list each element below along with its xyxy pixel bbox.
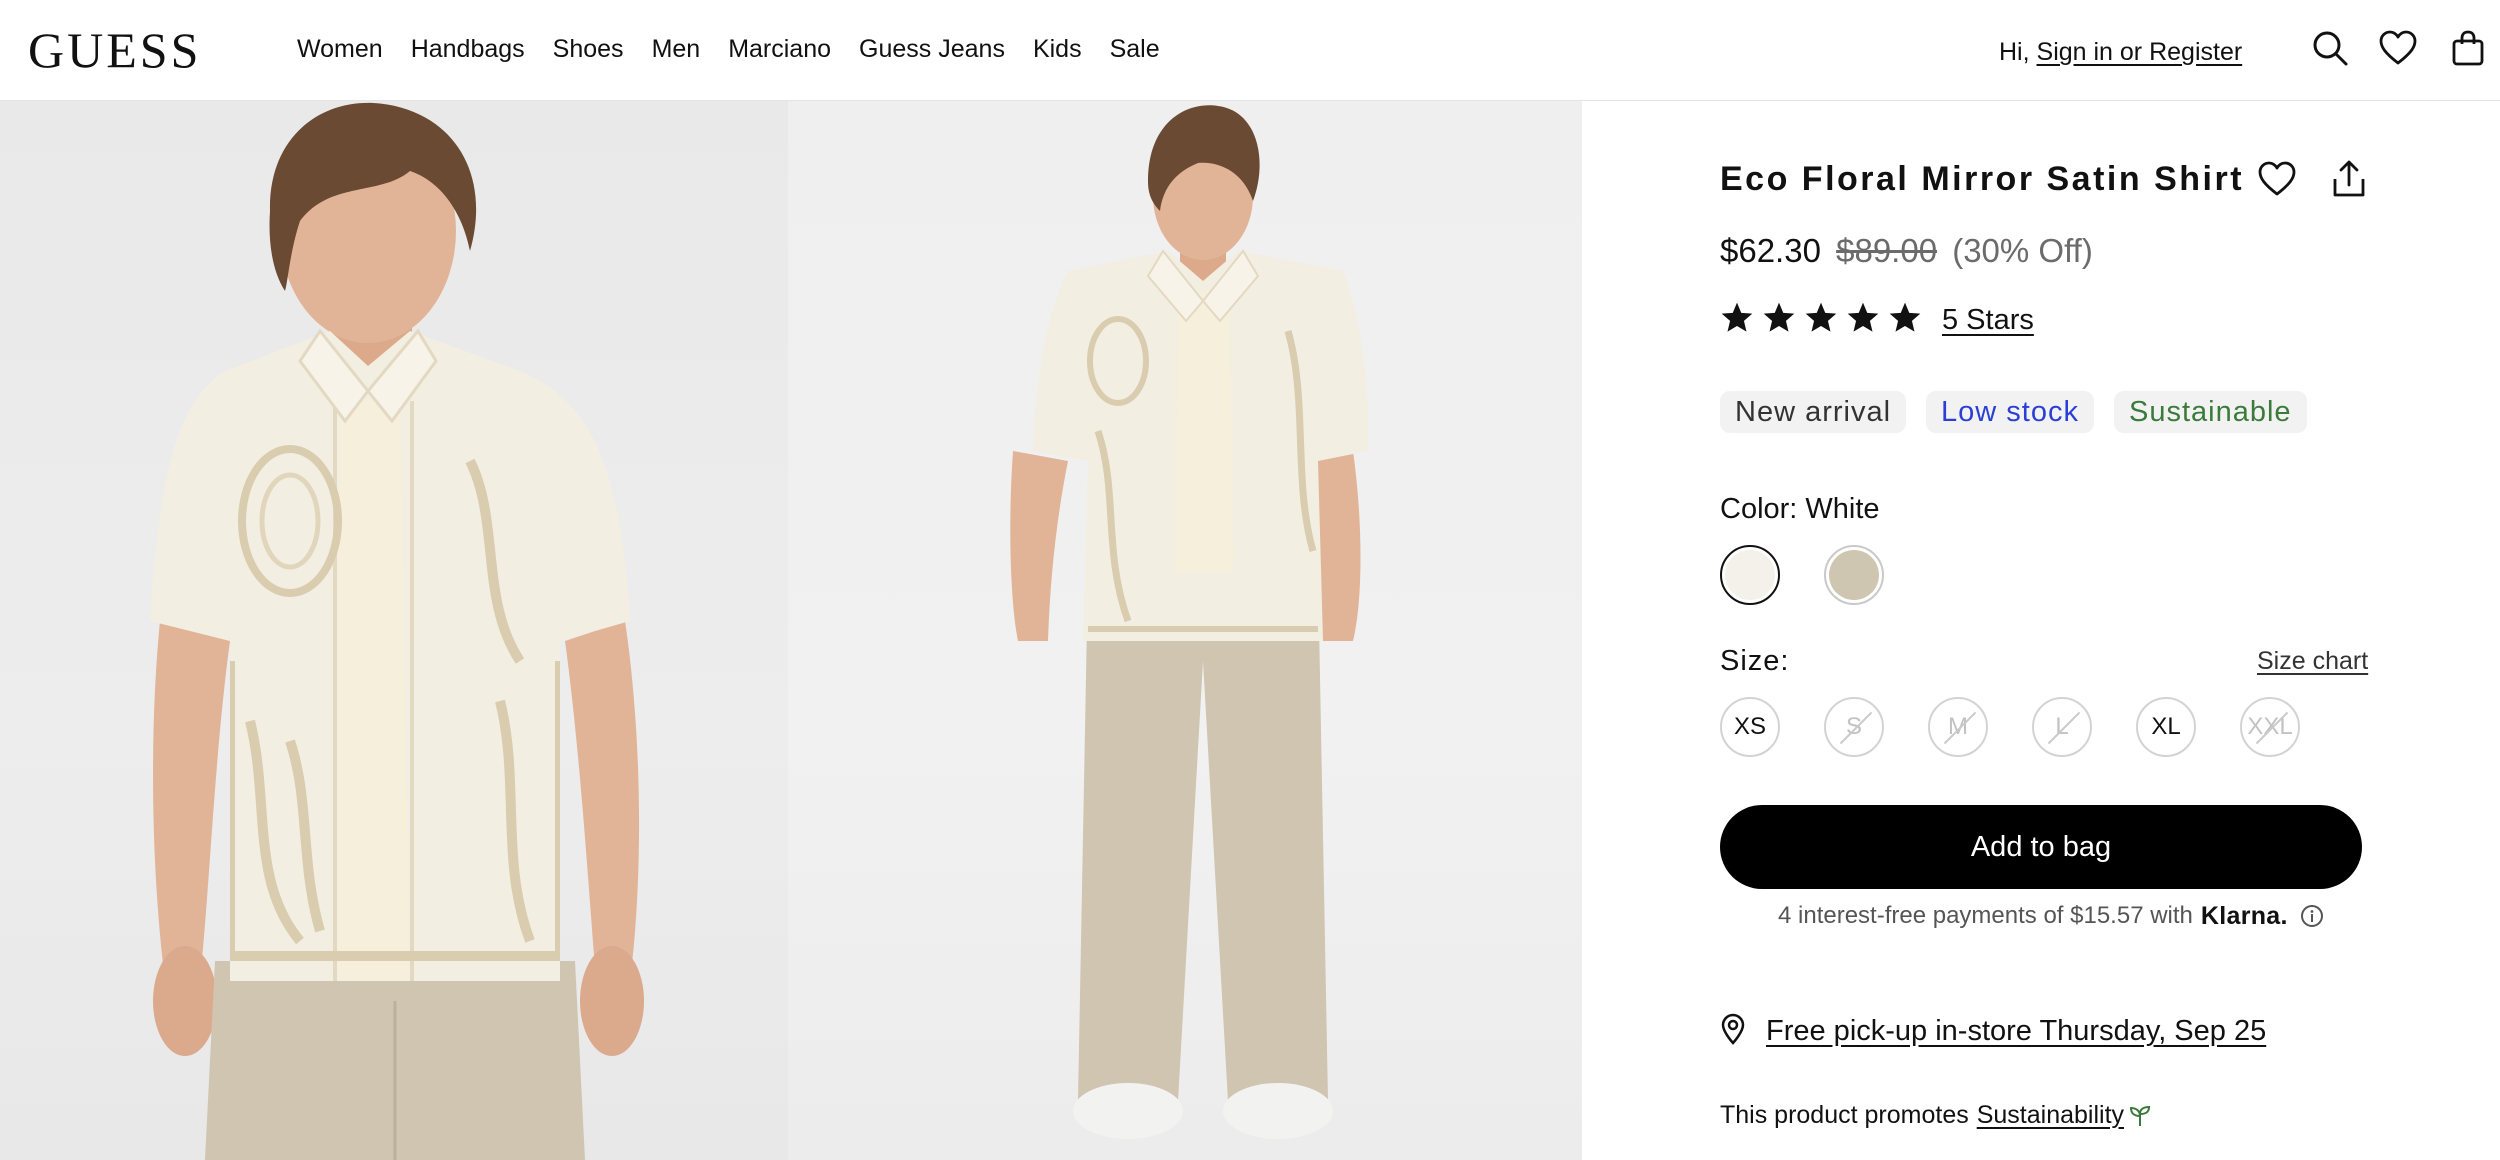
klarna-installments: 4 interest-free payments of $15.57 with …	[1778, 889, 2338, 943]
badge-sustainable: Sustainable	[2113, 391, 2307, 433]
badge-row: New arrival Low stock Sustainable	[1720, 391, 2307, 433]
sprout-icon	[2128, 1104, 2152, 1128]
star-icon	[1804, 301, 1838, 339]
nav-men[interactable]: Men	[652, 30, 701, 68]
size-xs[interactable]: XS	[1720, 697, 1780, 757]
product-gallery	[0, 101, 1582, 1160]
color-label-text: Color:	[1720, 493, 1798, 525]
product-image-closeup[interactable]	[0, 101, 788, 1160]
size-m[interactable]: M	[1928, 697, 1988, 757]
swatch-beige-fill	[1829, 550, 1879, 600]
nav-kids[interactable]: Kids	[1033, 30, 1082, 68]
sustainability-link[interactable]: Sustainability	[1977, 1101, 2124, 1130]
guess-logo[interactable]: GUESS	[28, 22, 201, 78]
star-icon	[1762, 301, 1796, 339]
size-xxl[interactable]: XXL	[2240, 697, 2300, 757]
nav-sale[interactable]: Sale	[1110, 30, 1160, 68]
discount-percent: (30% Off)	[1952, 232, 2093, 269]
star-icon	[1888, 301, 1922, 339]
info-icon[interactable]	[2300, 904, 2324, 928]
shopping-bag-icon[interactable]	[2448, 28, 2488, 68]
nav-marciano[interactable]: Marciano	[728, 30, 831, 68]
sustainability-promo: This product promotes Sustainability	[1720, 1101, 2152, 1130]
product-image-full-body[interactable]	[788, 101, 1582, 1160]
color-label: Color: White	[1720, 491, 1880, 527]
greeting-text: Hi,	[1999, 38, 2030, 66]
klarna-text: 4 interest-free payments of $15.57 with	[1778, 902, 2193, 929]
add-to-bag-button[interactable]: Add to bag	[1720, 805, 2362, 889]
nav-shoes[interactable]: Shoes	[553, 30, 624, 68]
original-price: $89.00	[1836, 232, 1938, 269]
add-to-wishlist-heart-icon[interactable]	[2255, 157, 2299, 201]
main-nav: Women Handbags Shoes Men Marciano Guess …	[297, 30, 1160, 68]
current-price: $62.30	[1720, 232, 1821, 269]
pickup-link[interactable]: Free pick-up in-store Thursday, Sep 25	[1766, 1015, 2266, 1048]
reviews-link[interactable]: 5 Stars	[1942, 304, 2034, 337]
rating-block: 5 Stars	[1720, 301, 2034, 339]
site-header: GUESS Women Handbags Shoes Men Marciano …	[0, 0, 2500, 101]
size-chart-link[interactable]: Size chart	[2257, 647, 2368, 676]
star-icon	[1846, 301, 1880, 339]
store-pickup: Free pick-up in-store Thursday, Sep 25	[1720, 1013, 2266, 1050]
size-options: XS S M L XL XXL	[1720, 697, 2300, 757]
size-l[interactable]: L	[2032, 697, 2092, 757]
location-pin-icon	[1720, 1013, 1746, 1050]
star-icon	[1720, 301, 1754, 339]
size-label: Size:	[1720, 645, 1790, 677]
size-xl[interactable]: XL	[2136, 697, 2196, 757]
badge-new-arrival: New arrival	[1720, 391, 1907, 433]
sign-in-link[interactable]: Sign in or Register	[2037, 38, 2243, 66]
account-greeting: Hi, Sign in or Register	[1999, 34, 2242, 70]
share-icon[interactable]	[2327, 157, 2371, 201]
size-s[interactable]: S	[1824, 697, 1884, 757]
nav-women[interactable]: Women	[297, 30, 383, 68]
color-swatches	[1720, 545, 1884, 605]
nav-handbags[interactable]: Handbags	[411, 30, 525, 68]
search-icon[interactable]	[2310, 28, 2350, 68]
klarna-logo: Klarna.	[2200, 901, 2288, 930]
swatch-beige[interactable]	[1824, 545, 1884, 605]
star-rating	[1720, 301, 1922, 339]
badge-low-stock: Low stock	[1926, 391, 2094, 433]
wishlist-heart-icon[interactable]	[2378, 28, 2418, 68]
swatch-white-fill	[1725, 550, 1775, 600]
selected-color-value: White	[1805, 493, 1880, 525]
nav-guess-jeans[interactable]: Guess Jeans	[859, 30, 1005, 68]
product-title: Eco Floral Mirror Satin Shirt	[1720, 160, 2245, 198]
promo-text: This product promotes	[1720, 1101, 1969, 1129]
swatch-white[interactable]	[1720, 545, 1780, 605]
price-block: $62.30 $89.00 (30% Off)	[1720, 229, 2093, 273]
